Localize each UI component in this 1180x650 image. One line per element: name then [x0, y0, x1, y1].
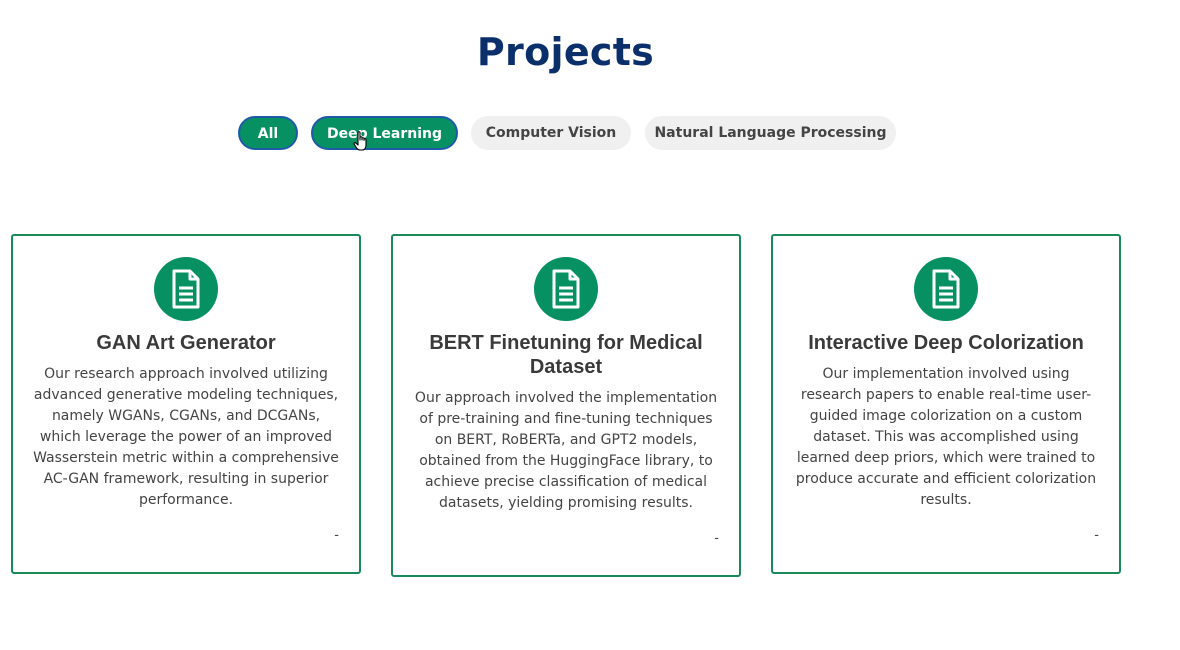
project-card-bert-finetuning[interactable]: BERT Finetuning for Medical Dataset Our … [391, 234, 741, 577]
card-footer: - [714, 531, 719, 546]
card-description: Our approach involved the implementation… [414, 390, 718, 511]
filter-nlp-button[interactable]: Natural Language Processing [645, 116, 896, 150]
card-description: Our research approach involved utilizing… [33, 366, 339, 508]
filter-computer-vision-button[interactable]: Computer Vision [471, 116, 631, 150]
card-title: GAN Art Generator [96, 332, 276, 354]
card-title: BERT Finetuning for Medical Dataset [429, 332, 703, 378]
project-card-interactive-deep-colorization[interactable]: Interactive Deep Colorization Our implem… [771, 234, 1121, 574]
card-icon-badge [534, 257, 598, 321]
page-title: Projects [476, 30, 655, 74]
filter-deep-learning-button[interactable]: Deep Learning [311, 116, 458, 150]
document-icon [552, 269, 580, 309]
projects-section: Projects All Deep Learning Computer Visi… [0, 0, 1180, 650]
card-title: Interactive Deep Colorization [808, 332, 1084, 354]
document-icon [172, 269, 200, 309]
project-card-gan-art-generator[interactable]: GAN Art Generator Our research approach … [11, 234, 361, 574]
filter-all-button[interactable]: All [238, 116, 298, 150]
card-description: Our implementation involved using resear… [795, 366, 1097, 508]
document-icon [932, 269, 960, 309]
filter-bar: All Deep Learning Computer Vision Natura… [0, 116, 1180, 152]
card-footer: - [1094, 528, 1099, 543]
card-footer: - [334, 528, 339, 543]
card-icon-badge [914, 257, 978, 321]
card-icon-badge [154, 257, 218, 321]
hand-pointer-cursor-icon [353, 131, 367, 151]
